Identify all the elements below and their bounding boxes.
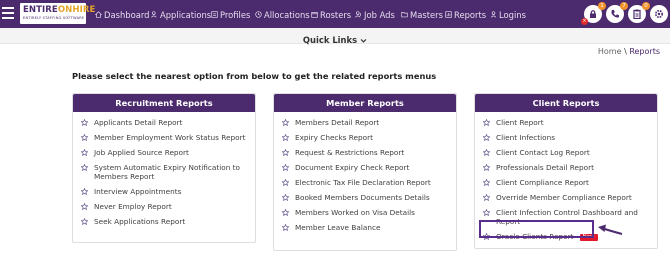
- profile-icon: [211, 11, 218, 18]
- clipboard-button[interactable]: 0: [628, 2, 650, 23]
- star-icon: [282, 178, 289, 186]
- list-item[interactable]: Members Detail Report: [282, 115, 456, 130]
- nav-reports[interactable]: Reports: [445, 8, 486, 21]
- brand-logo[interactable]: ENTIREONHIRE ENTIRELY STAFFING SOFTWARE: [20, 3, 95, 24]
- list-item[interactable]: Booked Members Documents Details: [282, 190, 456, 205]
- page-instruction: Please select the nearest option from be…: [72, 71, 437, 81]
- settings-button[interactable]: [650, 5, 668, 23]
- nav-job-ads[interactable]: Job Ads: [355, 8, 395, 21]
- star-icon: [81, 118, 88, 126]
- hamburger-menu-icon[interactable]: [2, 7, 14, 21]
- star-icon: [483, 118, 490, 126]
- star-icon: [483, 148, 490, 156]
- star-icon: [282, 163, 289, 171]
- card-title: Recruitment Reports: [73, 94, 255, 112]
- star-icon: [483, 193, 490, 201]
- users-icon: [151, 11, 157, 18]
- list-item[interactable]: Applicants Detail Report: [81, 115, 255, 130]
- member-reports-card: Member Reports Members Detail Report Exp…: [273, 93, 457, 251]
- breadcrumb-separator: \: [624, 47, 627, 56]
- nav-dashboard[interactable]: Dashboard: [95, 8, 149, 21]
- lock-icon: [590, 10, 596, 18]
- list-item[interactable]: Client Contact Log Report: [483, 145, 657, 160]
- phone-button[interactable]: 7: [606, 2, 628, 23]
- list-item[interactable]: Request & Restrictions Report: [282, 145, 456, 160]
- nav-applications[interactable]: Applications: [151, 8, 211, 21]
- card-title: Member Reports: [274, 94, 456, 112]
- star-icon: [282, 223, 289, 231]
- breadcrumb-home[interactable]: Home: [598, 47, 622, 56]
- close-icon[interactable]: ×: [581, 18, 588, 25]
- list-item[interactable]: Client Compliance Report: [483, 175, 657, 190]
- nav-logins[interactable]: Logins: [490, 8, 526, 21]
- phone-badge: 7: [620, 2, 628, 10]
- list-item[interactable]: Member Employment Work Status Report: [81, 130, 255, 145]
- star-icon: [81, 133, 88, 141]
- list-item[interactable]: Electronic Tax File Declaration Report: [282, 175, 456, 190]
- home-icon: [95, 11, 102, 18]
- nav-allocations[interactable]: Allocations: [255, 8, 310, 21]
- quick-links-bar: Quick Links: [0, 28, 670, 45]
- list-item[interactable]: Client Report: [483, 115, 657, 130]
- pointer-arrow-icon: [598, 224, 623, 235]
- list-item[interactable]: Expiry Checks Report: [282, 130, 456, 145]
- report-icon: [445, 11, 452, 18]
- settings-icon: [654, 9, 664, 19]
- highlight-box: [479, 220, 594, 238]
- list-item[interactable]: Seek Applications Report: [81, 214, 255, 229]
- list-item[interactable]: Override Member Compliance Report: [483, 190, 657, 205]
- nav-masters[interactable]: Masters: [401, 8, 443, 21]
- star-icon: [483, 133, 490, 141]
- star-icon: [282, 133, 289, 141]
- list-item[interactable]: System Automatic Expiry Notification to …: [81, 160, 255, 184]
- star-icon: [483, 178, 490, 186]
- quick-links-toggle[interactable]: Quick Links: [303, 35, 367, 45]
- list-item[interactable]: Member Leave Balance: [282, 220, 456, 235]
- star-icon: [81, 163, 88, 171]
- recruitment-reports-card: Recruitment Reports Applicants Detail Re…: [72, 93, 256, 243]
- breadcrumb-current: Reports: [629, 47, 660, 56]
- list-item[interactable]: Members Worked on Visa Details: [282, 205, 456, 220]
- list-item[interactable]: Document Expiry Check Report: [282, 160, 456, 175]
- job-icon: [355, 11, 361, 18]
- breadcrumb: Home \ Reports: [598, 47, 660, 56]
- card-title: Client Reports: [475, 94, 657, 112]
- top-navigation-bar: ENTIREONHIRE ENTIRELY STAFFING SOFTWARE …: [0, 0, 670, 28]
- chevron-down-icon: [360, 38, 367, 43]
- lock-button[interactable]: 1 ×: [581, 2, 606, 25]
- clipboard-icon: [633, 9, 641, 19]
- list-item[interactable]: Job Applied Source Report: [81, 145, 255, 160]
- star-icon: [483, 208, 490, 216]
- star-icon: [282, 193, 289, 201]
- star-icon: [282, 208, 289, 216]
- lock-badge: 1: [598, 2, 606, 10]
- clipboard-badge: 0: [642, 2, 650, 10]
- list-item[interactable]: Interview Appointments: [81, 184, 255, 199]
- calendar-icon: [311, 12, 318, 18]
- star-icon: [282, 118, 289, 126]
- phone-icon: [611, 10, 619, 18]
- nav-profiles[interactable]: Profiles: [211, 8, 250, 21]
- clock-icon: [255, 11, 262, 18]
- list-item[interactable]: Never Employ Report: [81, 199, 255, 214]
- folder-icon: [401, 12, 408, 18]
- recruitment-report-list: Applicants Detail Report Member Employme…: [73, 112, 255, 229]
- list-item[interactable]: Professionals Detail Report: [483, 160, 657, 175]
- star-icon: [81, 203, 88, 211]
- nav-rosters[interactable]: Rosters: [311, 8, 351, 21]
- list-item[interactable]: Client Infections: [483, 130, 657, 145]
- user-icon: [490, 11, 497, 18]
- star-icon: [81, 148, 88, 156]
- star-icon: [483, 163, 490, 171]
- star-icon: [81, 188, 88, 196]
- star-icon: [282, 148, 289, 156]
- member-report-list: Members Detail Report Expiry Checks Repo…: [274, 112, 456, 235]
- star-icon: [81, 218, 88, 226]
